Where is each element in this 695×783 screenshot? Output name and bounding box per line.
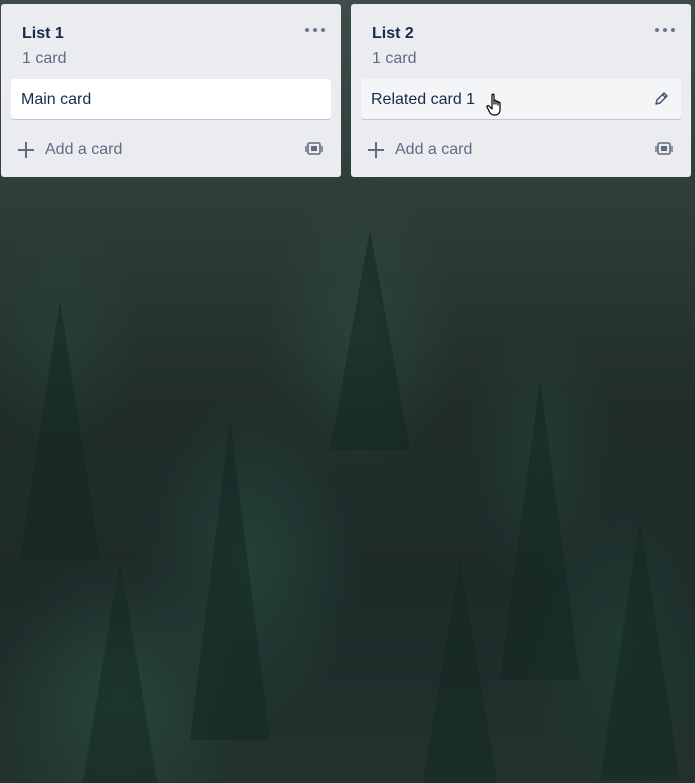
list-title[interactable]: List 2 [372,25,414,43]
plus-icon [18,142,34,158]
card-template-icon[interactable] [655,140,673,158]
card-title: Main card [21,91,92,108]
pencil-icon[interactable] [651,89,671,109]
list-2: List 2 1 card Related card 1 Add a card [351,4,691,177]
list-title[interactable]: List 1 [22,25,64,43]
plus-icon [368,142,384,158]
more-horizontal-icon[interactable] [305,20,325,40]
add-card-button[interactable]: Add a card [361,132,631,168]
card-template-icon[interactable] [305,140,323,158]
more-horizontal-icon[interactable] [655,20,675,40]
card-title: Related card 1 [371,91,476,108]
card-related-1[interactable]: Related card 1 [361,79,681,119]
add-card-label: Add a card [45,141,123,158]
add-card-button[interactable]: Add a card [11,132,281,168]
list-card-count: 1 card [372,50,417,67]
list-card-count: 1 card [22,50,67,67]
add-card-label: Add a card [395,141,473,158]
list-1: List 1 1 card Main card Add a card [1,4,341,177]
card-main[interactable]: Main card [11,79,331,119]
